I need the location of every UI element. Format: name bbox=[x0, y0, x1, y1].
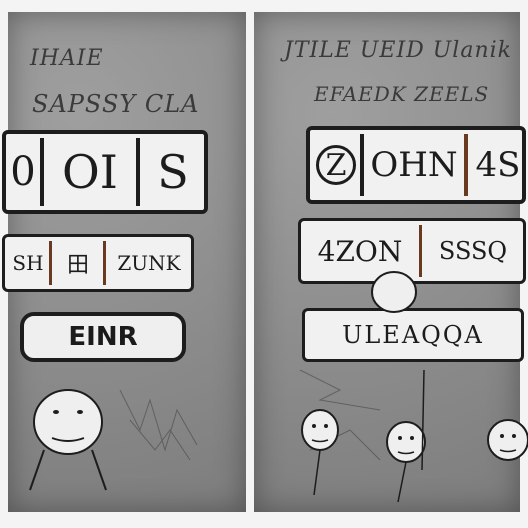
face-figure bbox=[301, 409, 339, 496]
face-figure bbox=[487, 419, 528, 461]
sketch-overlay bbox=[29, 271, 528, 503]
scribble-lines bbox=[119, 369, 381, 461]
illustration-canvas: IHAIE SAPSSY CLA 0 OI S SH 田 ZUNK EINR J… bbox=[0, 0, 528, 528]
face-figure bbox=[29, 389, 107, 491]
face-figure bbox=[386, 421, 426, 503]
